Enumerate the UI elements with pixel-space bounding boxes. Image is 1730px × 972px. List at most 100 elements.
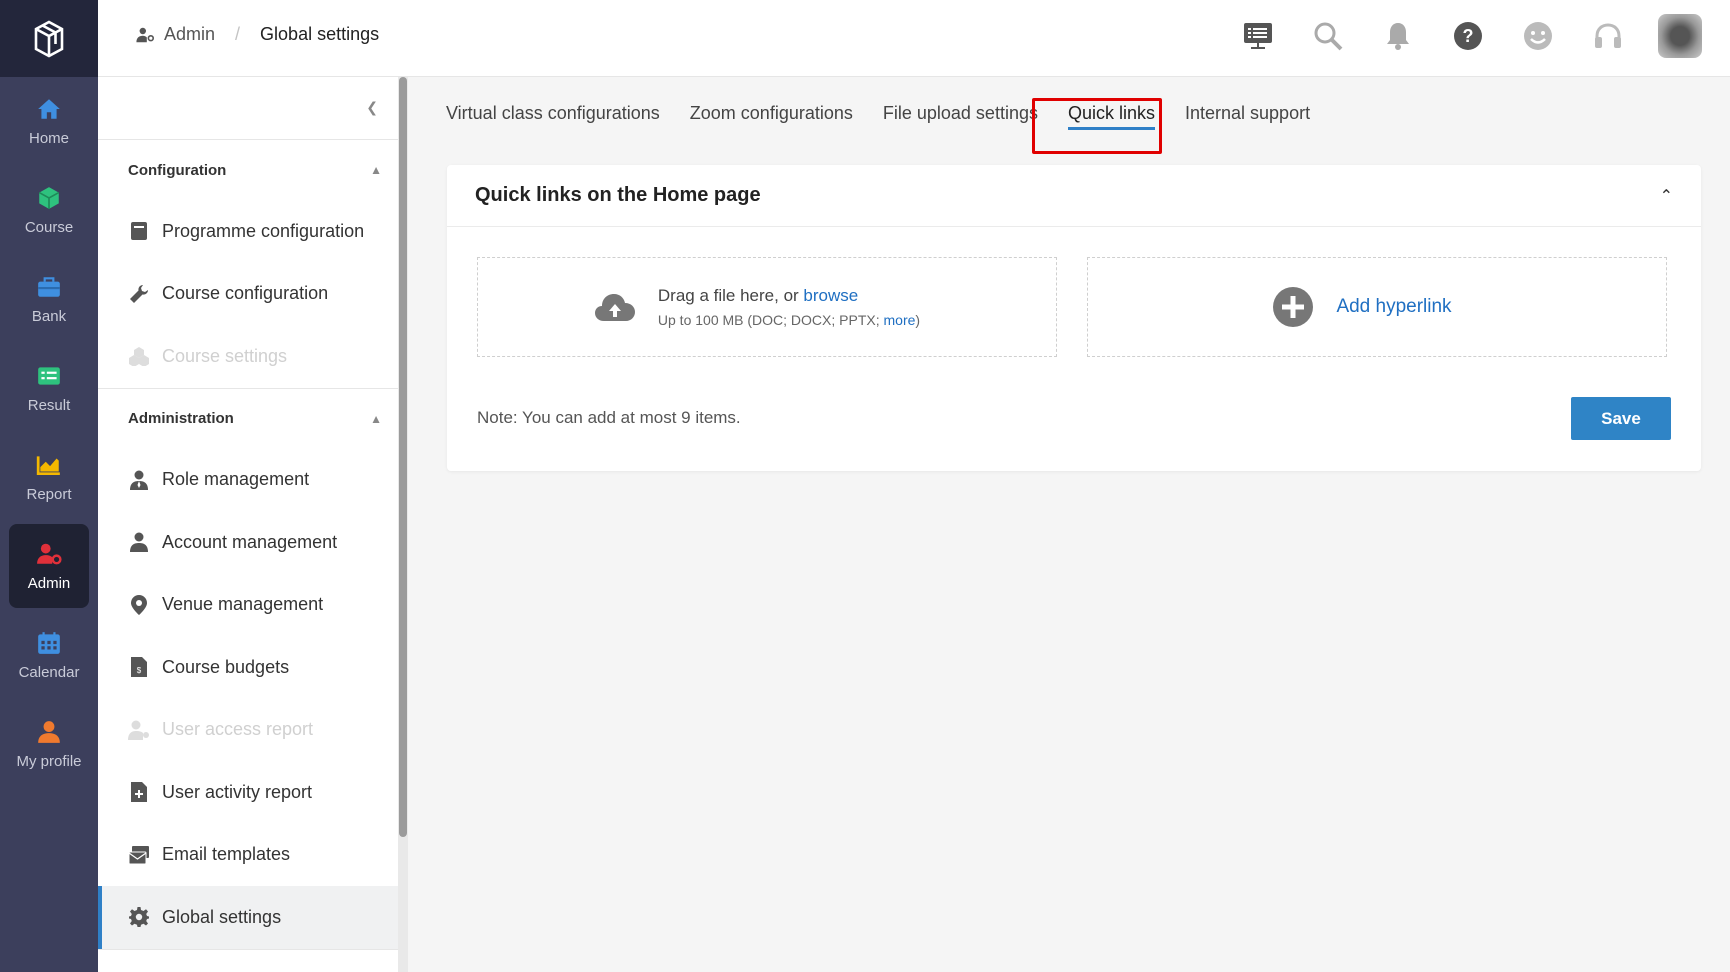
invoice-icon: $: [128, 656, 150, 678]
menu-item-course-budgets[interactable]: $ Course budgets: [98, 636, 398, 699]
card-header[interactable]: Quick links on the Home page ⌃: [447, 165, 1701, 227]
menu-item-role-management[interactable]: Role management: [98, 449, 398, 512]
sidebar-divider: [98, 948, 398, 950]
section-administration[interactable]: Administration ▲: [98, 389, 398, 449]
headset-icon: [1595, 23, 1621, 48]
add-hyperlink-label: Add hyperlink: [1336, 296, 1452, 317]
logo-icon: [34, 20, 64, 57]
menu-item-label: Account management: [162, 531, 338, 552]
section-title: Administration: [128, 410, 234, 427]
settings-sidebar: ❮ Configuration ▲ Programme configuratio…: [98, 77, 398, 972]
sidebar-collapse-row: ❮: [98, 77, 398, 140]
menu-item-label: User activity report: [162, 781, 313, 802]
tab-zoom-configurations[interactable]: Zoom configurations: [690, 103, 853, 130]
briefcase-icon: [38, 277, 60, 297]
user-gear-icon: [136, 27, 154, 42]
map-pin-icon: [128, 594, 150, 616]
svg-text:?: ?: [1463, 26, 1474, 46]
menu-item-label: Email templates: [162, 844, 291, 865]
chevron-up-icon: ▲: [370, 163, 382, 177]
calendar-icon: [38, 632, 60, 654]
more-link[interactable]: more: [884, 312, 916, 328]
rail-item-admin[interactable]: Admin: [9, 524, 89, 608]
rail-item-course[interactable]: Course: [0, 166, 98, 255]
rail-item-report[interactable]: Report: [0, 433, 98, 522]
file-plus-icon: [128, 781, 150, 803]
plus-circle-icon: [1273, 287, 1314, 327]
support-button[interactable]: [1588, 16, 1628, 56]
mail-stack-icon: [128, 844, 150, 866]
rail-item-label: Course: [24, 219, 74, 236]
menu-item-label: Course configuration: [162, 283, 329, 304]
browse-link[interactable]: browse: [803, 286, 858, 305]
menu-item-label: User access report: [162, 719, 314, 740]
user-tie-icon: [128, 469, 150, 491]
main-content: Virtual class configurations Zoom config…: [408, 77, 1730, 972]
menu-item-label: Global settings: [162, 906, 282, 927]
presentation-button[interactable]: [1238, 16, 1278, 56]
dropzone-limits: Up to 100 MB (DOC; DOCX; PPTX; more): [658, 312, 920, 328]
main-rail: Home Course Bank Result Report Admin Cal…: [0, 0, 98, 972]
menu-item-email-templates[interactable]: Email templates: [98, 824, 398, 887]
rail-item-result[interactable]: Result: [0, 344, 98, 433]
add-hyperlink-zone[interactable]: Add hyperlink: [1087, 257, 1667, 357]
scrollbar-thumb[interactable]: [399, 77, 407, 837]
rail-item-label: Admin: [27, 574, 71, 592]
rail-item-calendar[interactable]: Calendar: [0, 611, 98, 700]
cloud-upload-icon: [594, 294, 635, 321]
limits-prefix: Up to 100 MB (DOC; DOCX; PPTX;: [657, 312, 884, 328]
menu-item-global-settings[interactable]: Global settings: [98, 886, 398, 949]
file-dropzone[interactable]: Drag a file here, or browse Up to 100 MB…: [477, 257, 1057, 357]
rail-item-my-profile[interactable]: My profile: [0, 700, 98, 789]
rail-item-label: Calendar: [18, 664, 80, 681]
help-icon: ?: [1454, 22, 1482, 50]
svg-text:$: $: [137, 666, 142, 675]
chevron-up-icon[interactable]: ⌃: [1660, 186, 1673, 206]
rail-item-label: Home: [28, 130, 69, 147]
search-icon: [1314, 22, 1343, 51]
app-logo[interactable]: [0, 0, 98, 77]
section-configuration[interactable]: Configuration ▲: [98, 140, 398, 200]
search-button[interactable]: [1308, 16, 1348, 56]
tab-virtual-class-configurations[interactable]: Virtual class configurations: [446, 103, 660, 130]
breadcrumb-admin[interactable]: Admin: [136, 24, 215, 45]
menu-item-user-activity-report[interactable]: User activity report: [98, 761, 398, 824]
user-gear-icon: [37, 543, 62, 564]
sidebar-scrollbar[interactable]: [398, 77, 408, 972]
tab-quick-links[interactable]: Quick links: [1067, 103, 1156, 130]
menu-item-programme-configuration[interactable]: Programme configuration: [98, 200, 398, 263]
menu-item-account-management[interactable]: Account management: [98, 511, 398, 574]
menu-item-label: Programme configuration: [162, 220, 365, 241]
section-title: Configuration: [128, 161, 227, 179]
top-icons: ?: [1238, 14, 1702, 58]
save-button[interactable]: Save: [1571, 397, 1671, 440]
book-icon: [128, 220, 150, 242]
breadcrumb-admin-label: Admin: [164, 24, 216, 44]
user-key-icon: [128, 719, 150, 741]
rail-item-label: My profile: [16, 753, 82, 770]
gear-icon: [128, 906, 150, 928]
notifications-button[interactable]: [1378, 16, 1418, 56]
settings-tabs: Virtual class configurations Zoom config…: [446, 103, 1340, 130]
chevron-left-icon[interactable]: ❮: [366, 99, 378, 116]
rail-item-home[interactable]: Home: [0, 77, 98, 166]
rail-item-bank[interactable]: Bank: [0, 255, 98, 344]
help-button[interactable]: ?: [1448, 16, 1488, 56]
feedback-button[interactable]: [1518, 16, 1558, 56]
card-title: Quick links on the Home page: [475, 184, 761, 206]
avatar[interactable]: [1658, 14, 1702, 58]
chevron-up-icon: ▲: [370, 411, 382, 426]
rail-item-label: Bank: [31, 308, 67, 325]
menu-item-course-configuration[interactable]: Course configuration: [98, 263, 398, 326]
tab-file-upload-settings[interactable]: File upload settings: [883, 103, 1038, 130]
menu-item-course-settings: Course settings: [98, 325, 398, 388]
items-limit-note: Note: You can add at most 9 items.: [477, 408, 741, 427]
menu-item-user-access-report: User access report: [98, 699, 398, 762]
presentation-icon: [1244, 23, 1272, 49]
user-icon: [38, 721, 60, 743]
tab-internal-support[interactable]: Internal support: [1185, 103, 1310, 130]
quick-link-inputs: Drag a file here, or browse Up to 100 MB…: [477, 257, 1667, 357]
menu-item-venue-management[interactable]: Venue management: [98, 574, 398, 637]
menu-item-label: Course budgets: [162, 656, 290, 677]
menu-item-label: Course settings: [162, 345, 288, 366]
